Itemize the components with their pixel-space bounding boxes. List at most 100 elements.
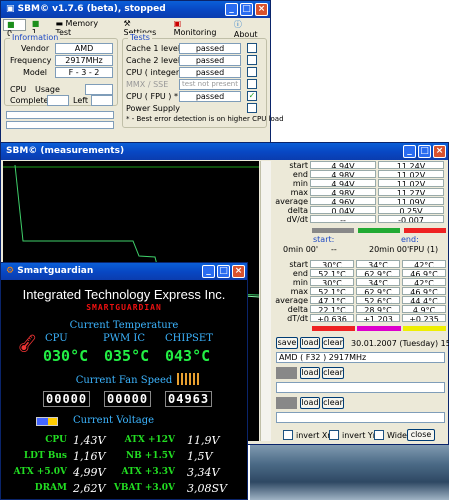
frequency-field: 2917MHz — [55, 55, 113, 66]
test-checkbox[interactable] — [247, 79, 257, 89]
fan3-value: 04963 — [165, 391, 213, 407]
voltage-value: 11,9V — [187, 434, 220, 447]
date-label: 30.01.2007 (Tuesday) 15:13 — [351, 339, 449, 348]
vertical-scrollbar[interactable] — [260, 161, 271, 441]
cell-value: 34°C — [356, 260, 400, 268]
color-swatch-gray — [312, 228, 354, 233]
test-checkbox[interactable] — [247, 43, 257, 53]
voltage-heading: Current Voltage — [73, 415, 155, 426]
monitor-icon: ▣ — [173, 19, 182, 28]
close-button[interactable]: × — [433, 145, 446, 158]
cell-value: 30°C — [310, 278, 354, 286]
test-checkbox[interactable] — [247, 103, 257, 113]
table-row: min 4.94V 11.02V — [274, 179, 449, 188]
cpu-label: CPU — [10, 85, 27, 94]
maximize-button[interactable]: □ — [217, 265, 230, 278]
measurements-title-bar: SBM© (measurements) _ □ × — [1, 143, 448, 160]
test-label: Cache 2 level — [126, 56, 181, 65]
cell-value: 52.1°C — [310, 287, 354, 295]
cpu-icon: ■ — [7, 20, 15, 29]
minimize-button[interactable]: _ — [403, 145, 416, 158]
test-label: CPU ( integer ) — [126, 68, 185, 77]
close-button[interactable]: × — [232, 265, 245, 278]
save-button[interactable]: save — [276, 337, 298, 349]
load-button-3[interactable]: load — [300, 397, 320, 409]
tab-monitoring[interactable]: ▣ Monitoring — [171, 19, 228, 37]
test-result-field: test not present — [179, 79, 241, 90]
voltage-label: DRAM — [34, 483, 67, 493]
chipset-temp-value: 043°C — [165, 347, 211, 365]
model-field: F - 3 - 2 — [55, 67, 113, 78]
clear-button-2[interactable]: clear — [322, 367, 344, 379]
test-checkbox[interactable]: ✓ — [247, 91, 257, 101]
color-swatch-red — [312, 326, 356, 331]
cell-value: 46.9°C — [402, 269, 446, 277]
row-label: start — [289, 260, 308, 268]
usage-label: Usage — [35, 85, 60, 94]
tab-memory-test[interactable]: ▬ Memory Test — [52, 19, 117, 37]
cell-value: 52.6°C — [356, 296, 400, 304]
cell-value: 22.1°C — [310, 305, 354, 313]
load-button-2[interactable]: load — [300, 367, 320, 379]
invert-xm-checkbox[interactable] — [283, 430, 293, 440]
brand-subtitle: SMARTGUARDIAN — [86, 303, 162, 312]
test-checkbox[interactable] — [247, 55, 257, 65]
voltage-value: 2,62V — [73, 482, 106, 495]
test-result-field: passed — [179, 43, 241, 54]
tab-bar: ■ 0 ■ 1 ▬ Memory Test ⚒ Settings ▣ Monit… — [3, 19, 270, 39]
voltage-value: 3,34V — [187, 466, 220, 479]
cell-value: 42°C — [402, 260, 446, 268]
slot-swatch-1 — [276, 367, 297, 379]
tab-about[interactable]: ⓘ About — [231, 19, 270, 39]
chipset-temp-label: CHIPSET — [165, 333, 213, 344]
sbm-title-bar: ▣ SBM© v1.7.6 (beta), stopped _ □ × — [1, 1, 270, 18]
info-icon: ⓘ — [233, 20, 242, 29]
table-row: average 47.1°C 52.6°C 44.4°C — [274, 296, 449, 305]
clear-button-3[interactable]: clear — [322, 397, 344, 409]
invert-ym-checkbox[interactable] — [329, 430, 339, 440]
cell-value: 4.96V — [310, 197, 376, 205]
table-row: max 4.98V 11.27V — [274, 188, 449, 197]
app-icon: ▣ — [6, 4, 18, 14]
vendor-field: AMD — [55, 43, 113, 54]
end-fpu: FPU (1) — [409, 245, 439, 254]
wide-checkbox[interactable] — [374, 430, 384, 440]
battery-icon — [36, 417, 58, 426]
row-label: min — [292, 278, 308, 286]
minimize-button[interactable]: _ — [202, 265, 215, 278]
fan-icon — [177, 373, 199, 385]
start-label: start: — [313, 235, 335, 244]
voltage-label: VBAT +3.0V — [113, 483, 175, 493]
temperature-stats-table: start 30°C 34°C 42°C end 52.1°C 62.9°C 46.9°C mi… — [274, 260, 449, 323]
fan1-value: 00000 — [43, 391, 91, 407]
minimize-button[interactable]: _ — [225, 3, 238, 16]
maximize-button[interactable]: □ — [418, 145, 431, 158]
pwm-temp-value: 035°C — [104, 347, 150, 365]
table-row: start 4.94V 11.24V — [274, 161, 449, 170]
close-dialog-button[interactable]: close — [407, 429, 435, 441]
row-label: delta — [287, 206, 308, 214]
close-button[interactable]: × — [255, 3, 268, 16]
table-row: dT/dt +0.636 +1.203 +0.235 — [274, 314, 449, 323]
row-label: end — [292, 170, 308, 178]
information-group: Information Vendor AMD Frequency 2917MHz… — [4, 33, 118, 106]
test-result-field: passed — [179, 67, 241, 78]
maximize-button[interactable]: □ — [240, 3, 253, 16]
progress-bar-1 — [6, 111, 114, 119]
tab-settings[interactable]: ⚒ Settings — [120, 19, 167, 37]
table-row: dV/dt -- -0.007 — [274, 215, 449, 224]
cell-value: +1.203 — [356, 314, 400, 322]
tab-cpu1[interactable]: ■ 1 — [29, 19, 50, 37]
test-checkbox[interactable] — [247, 67, 257, 77]
row-label: max — [290, 188, 308, 196]
load-button[interactable]: load — [300, 337, 320, 349]
cell-value: 30°C — [310, 260, 354, 268]
cell-value: 0.25V — [378, 206, 444, 214]
cell-value: 4.98V — [310, 170, 376, 178]
frequency-label: Frequency — [10, 56, 52, 65]
row-label: max — [290, 287, 308, 295]
start-time: 0min 00' — [283, 245, 319, 254]
clear-button[interactable]: clear — [322, 337, 344, 349]
tab-cpu0[interactable]: ■ 0 — [3, 19, 26, 38]
cpu-icon: ■ — [31, 19, 40, 28]
